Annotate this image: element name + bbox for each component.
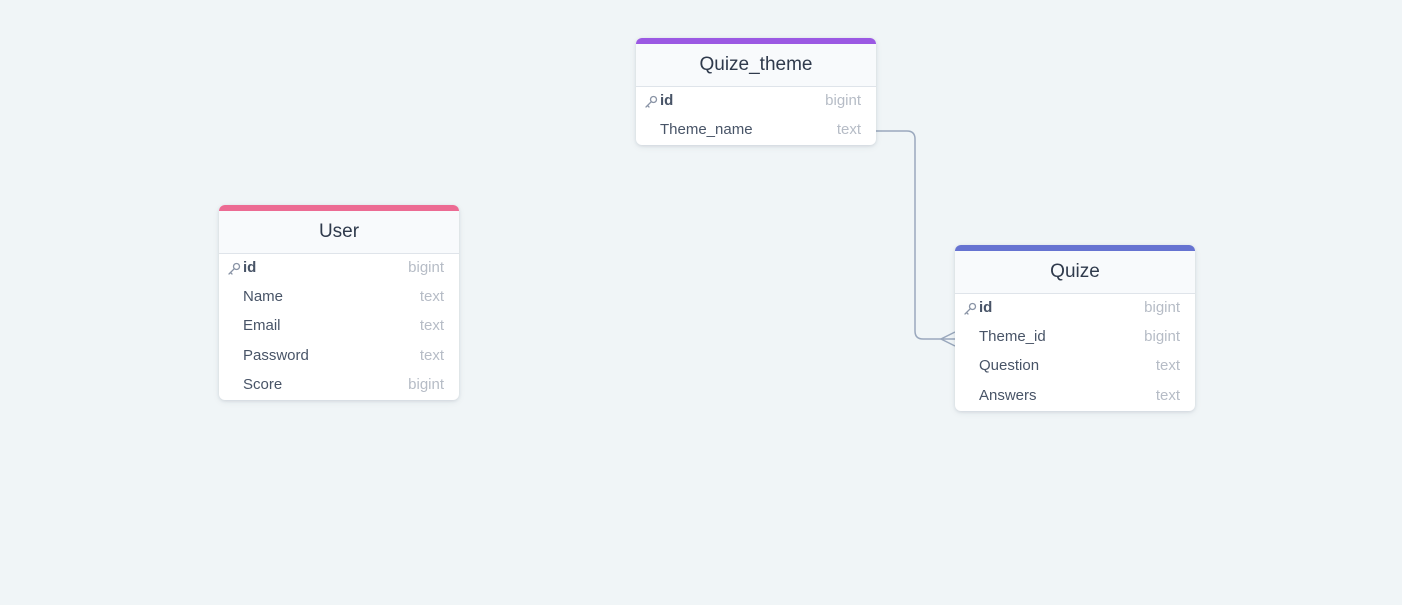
key-icon (645, 95, 658, 108)
column-type: text (1155, 386, 1180, 404)
column-type: bigint (1144, 299, 1180, 316)
column-row-password[interactable]: Password text (219, 341, 459, 370)
table-title[interactable]: User (219, 211, 459, 254)
column-type: text (419, 288, 444, 305)
column-name: Answers (979, 386, 1037, 404)
column-type: bigint (408, 375, 444, 393)
column-name: Password (243, 346, 309, 364)
column-type: bigint (825, 92, 861, 109)
column-type: bigint (408, 259, 444, 276)
column-row-answers[interactable]: Answers text (955, 381, 1195, 410)
table-title[interactable]: Quize (955, 251, 1195, 294)
column-name: id (979, 299, 993, 316)
relation-line (876, 130, 955, 340)
column-type: text (836, 121, 861, 138)
column-row-question[interactable]: Question text (955, 351, 1195, 380)
column-name: Name (243, 288, 284, 305)
diagram-canvas[interactable]: Quize_theme id bigint Theme_name text Us… (0, 0, 1402, 605)
column-row-email[interactable]: Email text (219, 311, 459, 340)
column-type: text (419, 346, 444, 364)
column-row-score[interactable]: Score bigint (219, 370, 459, 399)
column-name: Score (243, 375, 283, 393)
column-row-theme-name[interactable]: Theme_name text (636, 115, 876, 144)
column-name: Theme_id (979, 328, 1046, 345)
column-name: Theme_name (660, 121, 753, 138)
column-row-theme-id[interactable]: Theme_id bigint (955, 322, 1195, 351)
column-row-id[interactable]: id bigint (955, 294, 1195, 322)
table-user[interactable]: User id bigint Name text Email text Pass… (219, 205, 459, 401)
column-row-id[interactable]: id bigint (219, 254, 459, 282)
column-type: text (1155, 357, 1180, 375)
column-row-name[interactable]: Name text (219, 282, 459, 311)
key-icon (964, 302, 977, 315)
column-type: bigint (1144, 328, 1180, 345)
key-icon (228, 262, 241, 275)
crowfoot-icon (939, 331, 956, 347)
column-name: id (660, 92, 674, 109)
column-type: text (419, 317, 444, 335)
column-name: Question (979, 357, 1040, 375)
column-name: Email (243, 317, 281, 335)
column-name: id (243, 259, 257, 276)
table-quize-theme[interactable]: Quize_theme id bigint Theme_name text (636, 38, 876, 146)
table-title[interactable]: Quize_theme (636, 44, 876, 87)
column-row-id[interactable]: id bigint (636, 87, 876, 115)
table-quize[interactable]: Quize id bigint Theme_id bigint Question… (955, 245, 1195, 411)
